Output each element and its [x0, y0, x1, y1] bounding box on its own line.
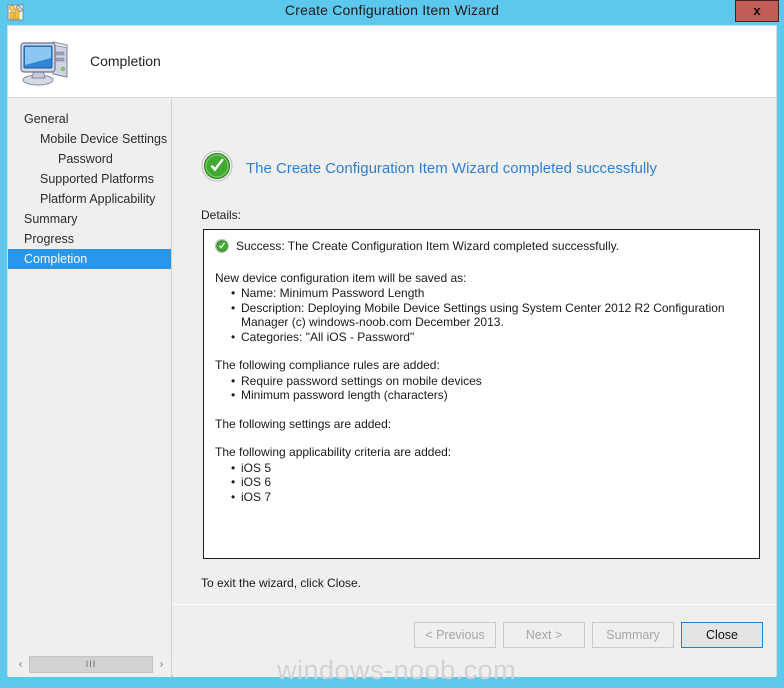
sidebar-item-mobile-device-settings[interactable]: Mobile Device Settings — [8, 129, 171, 149]
close-button[interactable]: Close — [681, 622, 763, 648]
list-item: Minimum password length (characters) — [231, 388, 747, 403]
scrollbar-thumb[interactable]: III — [29, 656, 153, 673]
details-block: The following compliance rules are added… — [215, 358, 747, 403]
details-success-line: Success: The Create Configuration Item W… — [215, 239, 747, 257]
computer-monitor-icon — [19, 34, 75, 88]
list-item: Name: Minimum Password Length — [231, 286, 747, 301]
sidebar-item-supported-platforms[interactable]: Supported Platforms — [8, 169, 171, 189]
sidebar-item-general[interactable]: General — [8, 109, 171, 129]
success-check-icon — [201, 150, 233, 187]
details-block-list: Require password settings on mobile devi… — [215, 374, 747, 403]
sidebar-item-progress[interactable]: Progress — [8, 229, 171, 249]
scrollbar-track[interactable]: III — [29, 656, 153, 673]
wizard-banner: Completion — [8, 26, 776, 98]
list-item: Description: Deploying Mobile Device Set… — [231, 301, 747, 330]
list-item: iOS 5 — [231, 461, 747, 476]
sidebar-item-completion[interactable]: Completion — [8, 249, 171, 269]
details-block-heading: The following compliance rules are added… — [215, 358, 440, 372]
sidebar-item-summary[interactable]: Summary — [8, 209, 171, 229]
scroll-left-arrow-icon[interactable]: ‹ — [12, 656, 29, 673]
details-block-heading: The following settings are added: — [215, 416, 392, 431]
scroll-right-arrow-icon[interactable]: › — [153, 656, 170, 673]
list-item: Require password settings on mobile devi… — [231, 374, 747, 389]
details-content: Success: The Create Configuration Item W… — [204, 230, 759, 504]
list-item: iOS 7 — [231, 490, 747, 505]
details-box: Success: The Create Configuration Item W… — [203, 229, 760, 559]
window-title: Create Configuration Item Wizard — [284, 2, 500, 18]
title-bar: Create Configuration Item Wizard x — [0, 0, 784, 25]
details-blocks: New device configuration item will be sa… — [215, 271, 747, 505]
details-block: The following settings are added: — [215, 417, 747, 432]
wizard-step-list: General Mobile Device Settings Password Sup… — [8, 99, 171, 269]
wizard-footer: < Previous Next > Summary Close — [173, 604, 776, 675]
exit-instruction: To exit the wizard, click Close. — [201, 576, 362, 590]
completion-result-header: The Create Configuration Item Wizard com… — [201, 150, 657, 187]
sidebar-item-platform-applicability[interactable]: Platform Applicability — [8, 189, 171, 209]
details-label: Details: — [201, 208, 242, 222]
main-content-pane: The Create Configuration Item Wizard com… — [173, 99, 776, 677]
completion-result-title: The Create Configuration Item Wizard com… — [246, 160, 658, 177]
sidebar-item-password[interactable]: Password — [8, 149, 171, 169]
success-check-small-icon — [215, 239, 229, 257]
next-button[interactable]: Next > — [503, 622, 585, 648]
summary-button[interactable]: Summary — [592, 622, 674, 648]
details-block-list: iOS 5iOS 6iOS 7 — [215, 461, 747, 505]
page-title: Completion — [90, 53, 161, 69]
details-block-list: Name: Minimum Password LengthDescription… — [215, 286, 747, 344]
client-area: Completion General Mobile Device Settings… — [7, 25, 777, 677]
list-item: Categories: "All iOS - Password" — [231, 330, 747, 345]
details-block-heading: New device configuration item will be sa… — [215, 270, 467, 285]
details-block: New device configuration item will be sa… — [215, 271, 747, 345]
sidebar-horizontal-scrollbar[interactable]: ‹ III › — [12, 656, 170, 673]
list-item: iOS 6 — [231, 475, 747, 490]
wizard-step-sidebar: General Mobile Device Settings Password Sup… — [8, 99, 172, 677]
close-icon[interactable]: x — [735, 0, 779, 22]
details-block: The following applicability criteria are… — [215, 445, 747, 504]
wizard-window: Create Configuration Item Wizard x Compl… — [0, 0, 784, 688]
previous-button[interactable]: < Previous — [414, 622, 496, 648]
details-success-text: Success: The Create Configuration Item W… — [236, 239, 620, 253]
details-block-heading: The following applicability criteria are… — [215, 445, 452, 459]
